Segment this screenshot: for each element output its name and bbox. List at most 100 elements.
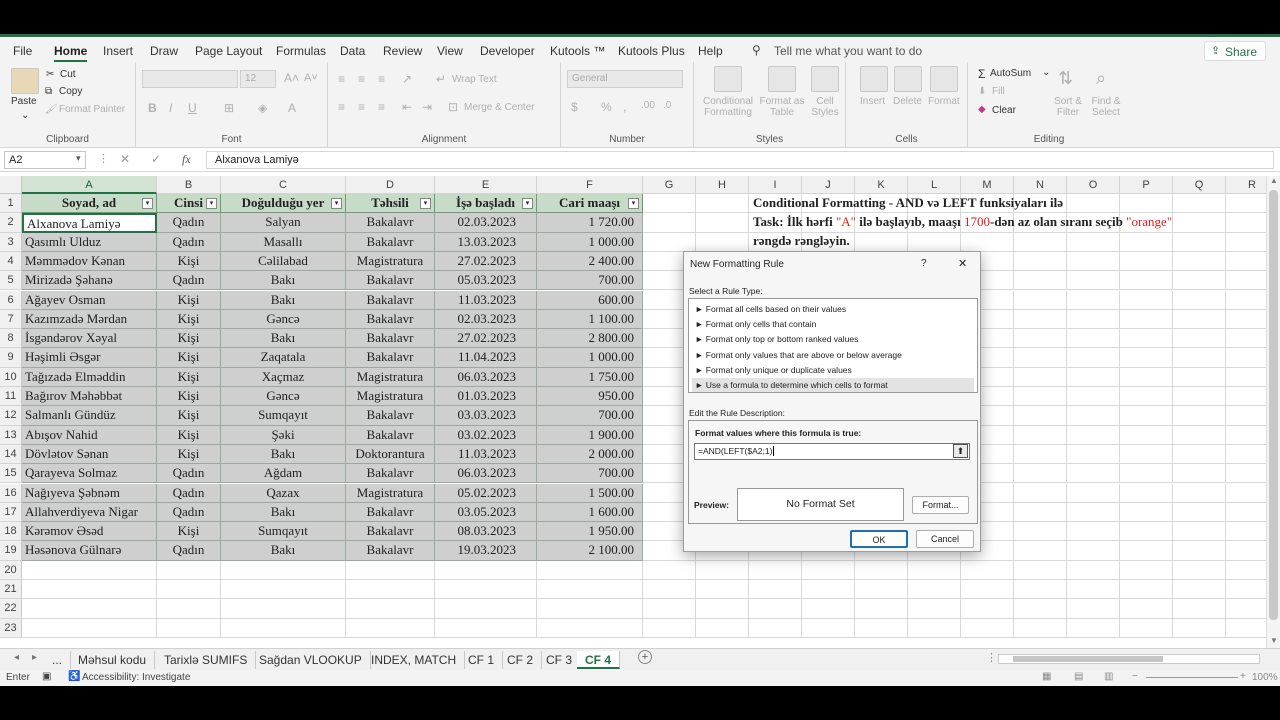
table-cell[interactable]: 1 750.00 xyxy=(537,367,643,387)
table-cell[interactable]: 1 500.00 xyxy=(537,483,643,503)
cell[interactable] xyxy=(1120,367,1173,387)
collapse-dialog-icon[interactable]: ⬆ xyxy=(953,444,968,458)
cell[interactable] xyxy=(1067,599,1120,619)
tab-data[interactable]: Data xyxy=(340,44,365,58)
cell[interactable] xyxy=(1120,329,1173,349)
cell[interactable] xyxy=(1120,271,1173,291)
cell[interactable] xyxy=(1014,599,1067,619)
cell[interactable] xyxy=(855,618,908,638)
cell[interactable] xyxy=(1173,618,1226,638)
cell[interactable] xyxy=(1173,560,1226,580)
table-cell[interactable]: Kişi xyxy=(157,290,221,310)
table-cell[interactable]: Masallı xyxy=(221,232,346,252)
cell[interactable] xyxy=(1173,522,1226,542)
table-cell[interactable]: Bakalavr xyxy=(346,464,435,484)
cell[interactable] xyxy=(1067,194,1120,214)
cell[interactable] xyxy=(696,232,749,252)
format-painter-icon[interactable]: 🖌 xyxy=(45,104,58,115)
table-cell[interactable]: 06.03.2023 xyxy=(435,464,537,484)
cell[interactable] xyxy=(1173,213,1226,233)
cell[interactable] xyxy=(1014,251,1067,272)
table-cell[interactable]: Kişi xyxy=(157,367,221,387)
row-header[interactable]: 5 xyxy=(0,271,22,291)
table-cell[interactable]: Nağıyeva Şəbnəm xyxy=(22,483,157,503)
cell[interactable] xyxy=(1067,502,1120,523)
tab-splitter-icon[interactable]: ⋮ xyxy=(986,651,997,664)
format-button[interactable]: Format... xyxy=(912,496,969,514)
table-cell[interactable]: Bakalavr xyxy=(346,213,435,233)
cell[interactable] xyxy=(1173,580,1226,600)
rule-type-item[interactable]: ► Format only unique or duplicate values xyxy=(692,363,974,377)
insert-cells-button[interactable]: Insert xyxy=(860,96,885,107)
align-center-icon[interactable]: ≡ xyxy=(358,100,365,114)
sheet-tab-more[interactable]: ... xyxy=(44,651,72,669)
scroll-down-icon[interactable]: ▼ xyxy=(1270,636,1278,645)
paste-icon[interactable] xyxy=(11,68,39,94)
cell[interactable] xyxy=(1067,425,1120,445)
cell[interactable] xyxy=(1120,406,1173,426)
ok-button[interactable]: OK xyxy=(850,530,908,548)
sheet-tab-cf1[interactable]: CF 1 xyxy=(460,651,504,669)
decrease-indent-icon[interactable]: ⇤ xyxy=(402,100,412,114)
cell[interactable] xyxy=(1120,290,1173,310)
row-header[interactable]: 19 xyxy=(0,541,22,561)
cell[interactable] xyxy=(1014,348,1067,368)
row-header[interactable]: 14 xyxy=(0,444,22,465)
table-cell[interactable]: Cəlilabad xyxy=(221,251,346,272)
cell[interactable] xyxy=(1014,580,1067,600)
cell[interactable] xyxy=(749,599,802,619)
tab-help[interactable]: Help xyxy=(698,44,723,58)
cell[interactable] xyxy=(1120,232,1173,252)
table-cell[interactable]: Bakalavr xyxy=(346,271,435,291)
cell[interactable] xyxy=(157,618,221,638)
column-header[interactable]: D xyxy=(346,176,435,194)
tab-view[interactable]: View xyxy=(437,44,463,58)
table-cell[interactable]: Bakı xyxy=(221,541,346,561)
zoom-level[interactable]: 100% xyxy=(1252,672,1278,683)
horizontal-scroll-thumb[interactable] xyxy=(1013,656,1163,662)
cell[interactable] xyxy=(1014,271,1067,291)
sheet-tab-mehsul-kodu[interactable]: Məhsul kodu xyxy=(70,651,156,669)
cell[interactable] xyxy=(1120,464,1173,484)
borders-icon[interactable]: ⊞ xyxy=(224,101,234,115)
filter-dropdown-icon[interactable]: ▾ xyxy=(331,198,342,209)
tab-home[interactable]: Home xyxy=(54,44,88,63)
table-cell[interactable]: 11.03.2023 xyxy=(435,444,537,465)
cell[interactable] xyxy=(346,580,435,600)
format-as-table-icon[interactable] xyxy=(768,66,796,92)
table-cell[interactable]: Şəki xyxy=(221,425,346,445)
scroll-sheets-left-icon[interactable]: ◂ xyxy=(14,652,19,663)
row-header[interactable]: 12 xyxy=(0,406,22,426)
cell[interactable] xyxy=(1014,560,1067,580)
cut-button[interactable]: Cut xyxy=(60,69,76,80)
column-header[interactable]: Q xyxy=(1173,176,1226,194)
row-header[interactable]: 13 xyxy=(0,425,22,445)
cell-styles-button[interactable]: Cell Styles xyxy=(806,96,844,118)
table-cell[interactable]: 11.03.2023 xyxy=(435,290,537,310)
cell[interactable] xyxy=(1173,425,1226,445)
fill-color-icon[interactable]: ◈ xyxy=(258,101,267,115)
clear-button[interactable]: Clear xyxy=(992,105,1016,116)
table-cell[interactable]: 02.03.2023 xyxy=(435,309,537,330)
table-cell[interactable]: Dövlətov Sənan xyxy=(22,444,157,465)
tab-review[interactable]: Review xyxy=(383,44,422,58)
zoom-out-icon[interactable]: − xyxy=(1132,671,1138,682)
filter-dropdown-icon[interactable]: ▾ xyxy=(522,198,533,209)
cell[interactable] xyxy=(961,232,1014,252)
paste-button[interactable]: Paste xyxy=(11,96,37,107)
table-cell[interactable]: Magistratura xyxy=(346,387,435,407)
cell[interactable] xyxy=(1067,444,1120,465)
row-header[interactable]: 22 xyxy=(0,599,22,619)
format-painter-button[interactable]: Format Painter xyxy=(59,104,125,115)
table-cell[interactable]: Kişi xyxy=(157,329,221,349)
table-cell[interactable]: Bakalavr xyxy=(346,232,435,252)
cell[interactable] xyxy=(749,560,802,580)
column-header[interactable]: M xyxy=(961,176,1014,194)
align-right-icon[interactable]: ≡ xyxy=(378,100,385,114)
table-cell[interactable]: Zaqatala xyxy=(221,348,346,368)
merge-icon[interactable]: ⊡ xyxy=(448,100,458,114)
comma-style-icon[interactable]: , xyxy=(623,100,626,114)
bold-icon[interactable]: B xyxy=(148,101,157,115)
cell[interactable] xyxy=(1173,541,1226,561)
table-cell[interactable]: Ağayev Osman xyxy=(22,290,157,310)
